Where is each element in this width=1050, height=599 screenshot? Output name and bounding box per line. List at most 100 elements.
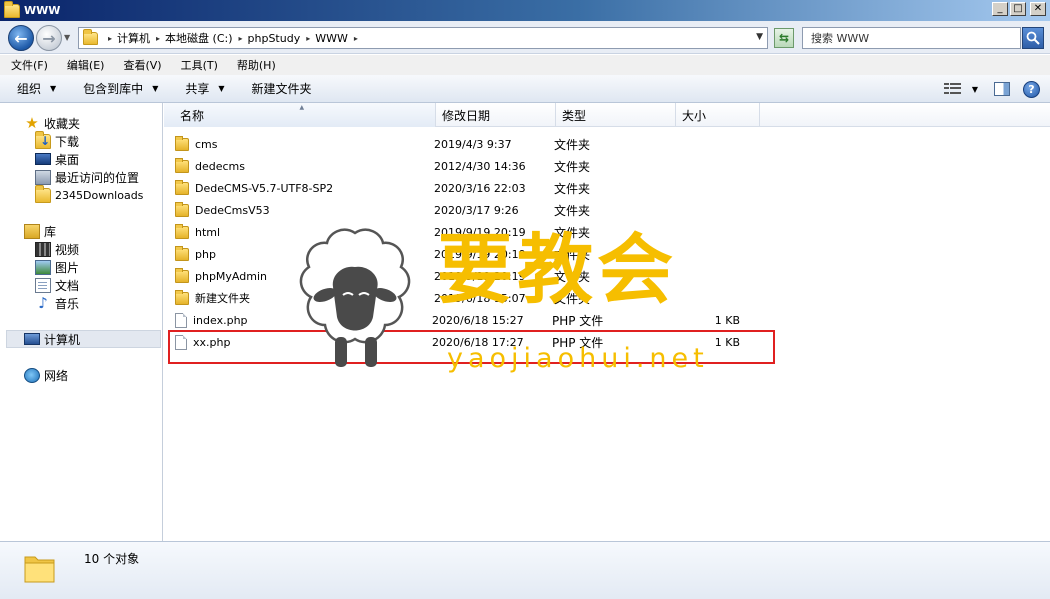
file-date: 2019/4/3 9:37 [434,137,512,151]
file-name: 新建文件夹 [195,292,250,305]
close-button[interactable]: ✕ [1030,2,1046,16]
maximize-button[interactable]: □ [1010,2,1026,16]
refresh-button[interactable]: ⇆ [774,28,794,48]
menu-view[interactable]: 查看(V) [112,57,169,73]
new-folder-button[interactable]: 新建文件夹 [235,80,322,97]
nav-label: 收藏夹 [44,116,81,131]
chevron-right-icon: ▸ [108,33,113,43]
menu-tools[interactable]: 工具(T) [170,57,226,73]
item-count: 10 个对象 [84,552,140,566]
search-input[interactable]: 搜索 WWW [802,27,1021,49]
nav-2345downloads[interactable]: 2345Downloads [35,184,144,204]
column-header-label: 名称 [180,108,205,123]
back-button[interactable]: ← [8,25,34,51]
column-header-row: ▲ 名称 修改日期 类型 大小 [164,103,1050,127]
file-type: 文件夹 [554,203,591,218]
file-row[interactable]: dedecms 2012/4/30 14:36 文件夹 [164,155,754,177]
forward-button[interactable]: → [36,25,62,51]
view-details-icon[interactable] [943,83,961,95]
title-bar: WWW _ □ ✕ [0,0,1050,21]
file-row[interactable]: cms 2019/4/3 9:37 文件夹 [164,133,754,155]
nav-label: 最近访问的位置 [55,170,140,185]
nav-network[interactable]: 网络 [24,366,68,384]
breadcrumb-computer[interactable]: 计算机 ▸ [117,30,165,46]
navigation-pane: ★ 收藏夹 下载 桌面 最近访问的位置 2345Downloads 库 视频 图片… [0,103,163,541]
chevron-down-icon[interactable]: ▼ [756,32,763,42]
file-type: 文件夹 [554,225,591,240]
file-row[interactable]: DedeCMS-V5.7-UTF8-SP2 2020/3/16 22:03 文件夹 [164,177,754,199]
nav-documents[interactable]: 文档 [35,276,79,294]
column-header-size[interactable]: 大小 [676,103,760,127]
breadcrumb-label: 本地磁盘 (C:) [165,32,233,45]
file-row[interactable]: html 2019/9/19 20:19 文件夹 [164,221,754,243]
breadcrumb-www[interactable]: WWW ▸ [315,32,363,45]
share-button[interactable]: 共享 ▼ [168,80,234,97]
network-icon [24,367,40,383]
nav-downloads[interactable]: 下载 [35,130,79,150]
nav-videos[interactable]: 视频 [35,240,79,258]
file-date: 2019/9/19 20:19 [434,225,526,239]
nav-desktop[interactable]: 桌面 [35,150,79,168]
folder-icon [4,0,20,18]
breadcrumb-phpstudy[interactable]: phpStudy ▸ [248,32,316,45]
file-row[interactable]: php 2019/9/19 20:19 文件夹 [164,243,754,265]
star-icon: ★ [25,113,39,132]
folder-icon [175,289,189,305]
nav-computer[interactable]: 计算机 [6,330,161,348]
column-header-type[interactable]: 类型 [556,103,676,127]
include-in-library-button[interactable]: 包含到库中 ▼ [66,80,168,97]
library-icon [24,223,40,239]
file-row[interactable]: index.php 2020/6/18 15:27 PHP 文件 1 KB [164,309,752,331]
file-size: 1 KB [714,313,740,327]
nav-favorites[interactable]: ★ 收藏夹 [24,114,80,132]
nav-music[interactable]: ♪ 音乐 [35,294,79,312]
column-header-name[interactable]: ▲ 名称 [164,103,436,127]
address-row: ← → ▼ ▸ 计算机 ▸ 本地磁盘 (C:) ▸ phpStudy ▸ WWW ▸ ▼… [0,21,1050,54]
breadcrumb-label: WWW [315,31,348,45]
file-row[interactable]: phpMyAdmin 2019/9/19 20:19 文件夹 [164,265,754,287]
history-dropdown[interactable]: ▼ [64,33,70,42]
folder-icon [175,179,189,195]
folder-icon [175,157,189,173]
view-dropdown[interactable]: ▼ [972,85,978,94]
nav-label: 文档 [55,278,80,293]
file-type: 文件夹 [554,137,591,152]
folder-icon [175,135,189,151]
file-date: 2019/9/19 20:19 [434,269,526,283]
nav-pictures[interactable]: 图片 [35,258,79,276]
menu-help[interactable]: 帮助(H) [226,57,284,73]
window-title: WWW [24,4,61,17]
folder-icon [175,223,189,239]
file-row[interactable]: 新建文件夹 2019/6/18 15:07 文件夹 [164,287,754,309]
menu-file[interactable]: 文件(F) [0,57,56,73]
share-label: 共享 [185,82,210,96]
arrow-left-icon: ← [14,28,28,48]
nav-label: 2345Downloads [55,188,144,202]
organize-button[interactable]: 组织 ▼ [0,80,66,97]
minimize-button[interactable]: _ [992,2,1008,16]
video-icon [35,241,51,257]
file-date: 2020/6/18 15:27 [432,313,524,327]
file-name: php [195,247,216,261]
computer-icon [24,333,40,345]
search-button[interactable] [1022,27,1044,49]
breadcrumb-local-disk[interactable]: 本地磁盘 (C:) ▸ [165,30,247,46]
address-bar[interactable]: ▸ 计算机 ▸ 本地磁盘 (C:) ▸ phpStudy ▸ WWW ▸ ▼ [78,27,768,49]
chevron-right-icon: ▸ [238,33,243,43]
menu-edit[interactable]: 编辑(E) [56,57,113,73]
file-name: index.php [193,313,248,327]
nav-recent-places[interactable]: 最近访问的位置 [35,168,139,186]
folder-icon [35,184,51,203]
help-icon[interactable]: ? [1023,80,1040,98]
breadcrumb-root[interactable]: ▸ [102,34,117,43]
file-type: 文件夹 [554,269,591,284]
nav-label: 计算机 [44,332,81,347]
preview-pane-icon[interactable] [994,82,1010,96]
file-row[interactable]: DedeCmsV53 2020/3/17 9:26 文件夹 [164,199,754,221]
breadcrumb-label: phpStudy [247,31,301,45]
column-header-date[interactable]: 修改日期 [436,103,556,127]
folder-icon [175,245,189,261]
refresh-icon: ⇆ [778,31,790,45]
breadcrumb-label: 计算机 [117,32,151,45]
nav-libraries[interactable]: 库 [24,222,56,240]
